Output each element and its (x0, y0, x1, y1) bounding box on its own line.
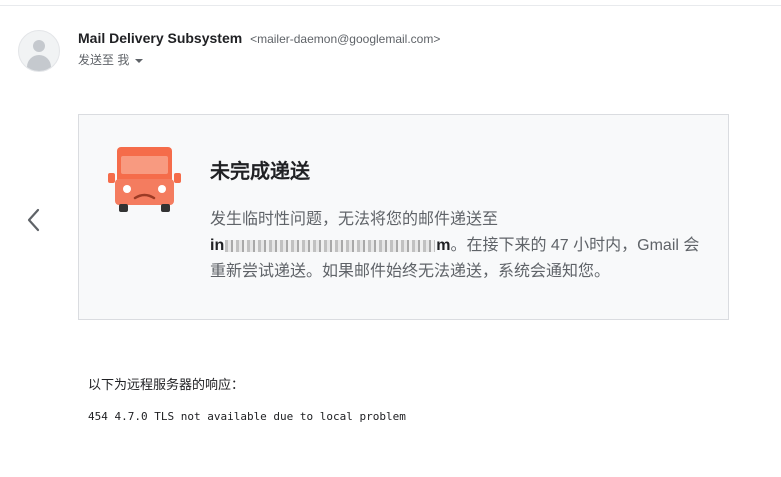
delivery-truck-icon (108, 147, 181, 212)
chevron-down-icon[interactable] (135, 58, 144, 63)
message-line-3: 重新尝试递送。如果邮件始终无法递送，系统会通知您。 (210, 263, 611, 280)
sender-line: Mail Delivery Subsystem <mailer-daemon@g… (78, 30, 440, 46)
recipient-details-toggle[interactable]: 发送至 我 (78, 51, 144, 68)
remote-response-label: 以下为远程服务器的响应： (88, 377, 245, 392)
avatar-body (27, 55, 51, 71)
top-divider (0, 5, 781, 6)
sender-avatar-icon[interactable] (18, 30, 60, 72)
recipient-label: 发送至 我 (78, 53, 130, 67)
avatar-head (33, 40, 45, 52)
remote-response-code: 454 4.7.0 TLS not available due to local… (88, 410, 406, 423)
card-message: 发生临时性问题，无法将您的邮件递送至 in m。在接下来的 47 小时内，Gmai… (210, 207, 710, 285)
chevron-left-icon[interactable] (22, 205, 46, 235)
sender-email: <mailer-daemon@googlemail.com> (250, 32, 441, 46)
address-end: m (436, 237, 451, 254)
redacted-address (225, 239, 436, 252)
message-line-1: 发生临时性问题，无法将您的邮件递送至 (210, 211, 499, 228)
sender-name[interactable]: Mail Delivery Subsystem (78, 30, 242, 46)
card-title: 未完成递送 (210, 161, 310, 183)
delivery-status-card: 未完成递送 发生临时性问题，无法将您的邮件递送至 in m。在接下来的 47 小时… (78, 114, 729, 320)
message-after-address: 。在接下来的 47 小时内，Gmail 会 (450, 237, 700, 254)
address-start: in (210, 237, 225, 254)
recipient-address: in m (210, 237, 450, 254)
